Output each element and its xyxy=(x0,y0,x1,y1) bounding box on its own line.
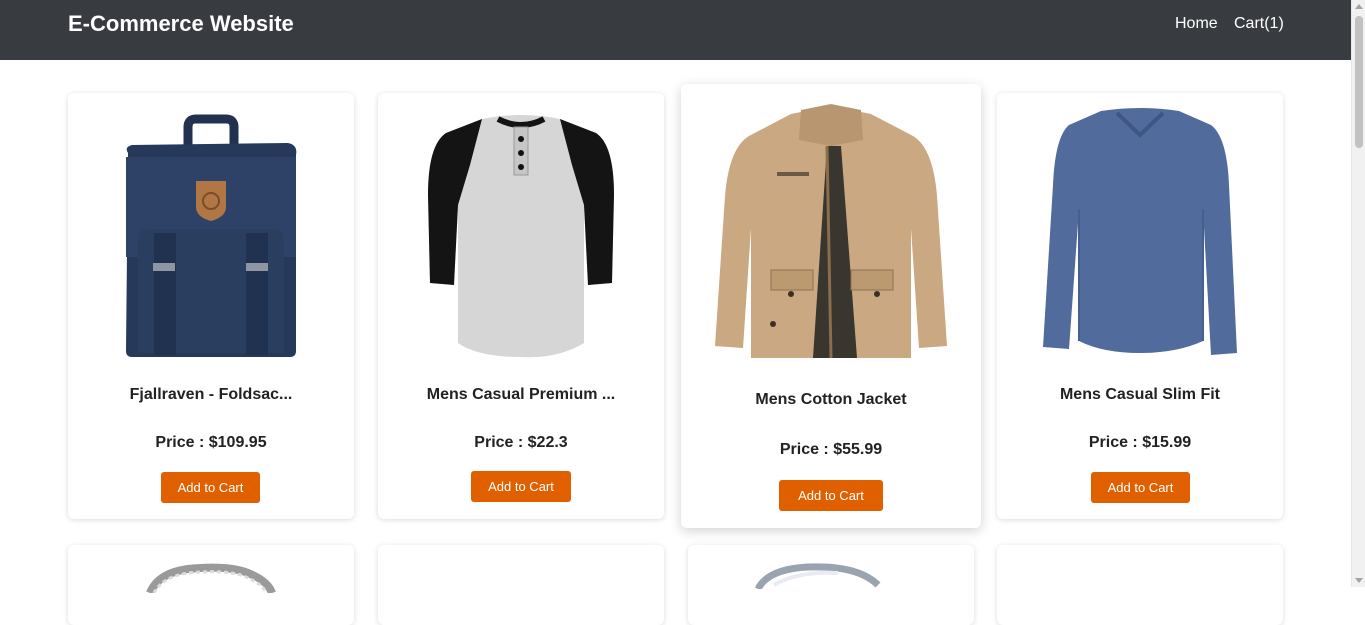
product-card[interactable] xyxy=(997,545,1283,625)
add-to-cart-button[interactable]: Add to Cart xyxy=(1091,472,1190,503)
scroll-down-arrow-icon[interactable] xyxy=(1355,578,1363,583)
bracelet-image[interactable] xyxy=(68,563,354,593)
product-card[interactable]: Mens Casual Slim Fit Price : $15.99 Add … xyxy=(997,93,1283,519)
add-to-cart-button[interactable]: Add to Cart xyxy=(471,471,571,502)
raglan-tshirt-image[interactable] xyxy=(378,105,664,361)
product-card[interactable]: Mens Casual Premium ... Price : $22.3 Ad… xyxy=(378,93,664,519)
product-card[interactable]: Mens Cotton Jacket Price : $55.99 Add to… xyxy=(681,84,981,528)
product-card[interactable]: Fjallraven - Foldsac... Price : $109.95 … xyxy=(68,93,354,519)
site-brand[interactable]: E-Commerce Website xyxy=(68,11,294,37)
top-navbar: E-Commerce Website Home Cart(1) xyxy=(0,0,1351,60)
page-scrollbar[interactable] xyxy=(1351,0,1365,587)
product-price: Price : $22.3 xyxy=(474,434,568,451)
product-price: Price : $15.99 xyxy=(1088,434,1192,451)
product-card[interactable] xyxy=(68,545,354,625)
product-title[interactable]: Mens Casual Slim Fit xyxy=(997,386,1283,404)
product-title[interactable]: Mens Cotton Jacket xyxy=(681,391,981,409)
product-card[interactable] xyxy=(378,545,664,625)
backpack-image[interactable] xyxy=(68,105,354,361)
product-title[interactable]: Fjallraven - Foldsac... xyxy=(68,386,354,404)
add-to-cart-button[interactable]: Add to Cart xyxy=(161,472,260,503)
nav-cart-link[interactable]: Cart(1) xyxy=(1234,15,1284,33)
cotton-jacket-image[interactable] xyxy=(681,96,981,360)
scroll-up-arrow-icon[interactable] xyxy=(1355,4,1363,9)
product-price: Price : $55.99 xyxy=(779,441,883,458)
ring-image[interactable] xyxy=(688,559,974,589)
product-card[interactable] xyxy=(688,545,974,625)
nav-home-link[interactable]: Home xyxy=(1175,15,1218,33)
product-price: Price : $109.95 xyxy=(155,434,267,451)
scrollbar-thumb[interactable] xyxy=(1355,16,1363,148)
product-title[interactable]: Mens Casual Premium ... xyxy=(378,386,664,404)
add-to-cart-button[interactable]: Add to Cart xyxy=(779,480,883,511)
longsleeve-shirt-image[interactable] xyxy=(997,105,1283,361)
